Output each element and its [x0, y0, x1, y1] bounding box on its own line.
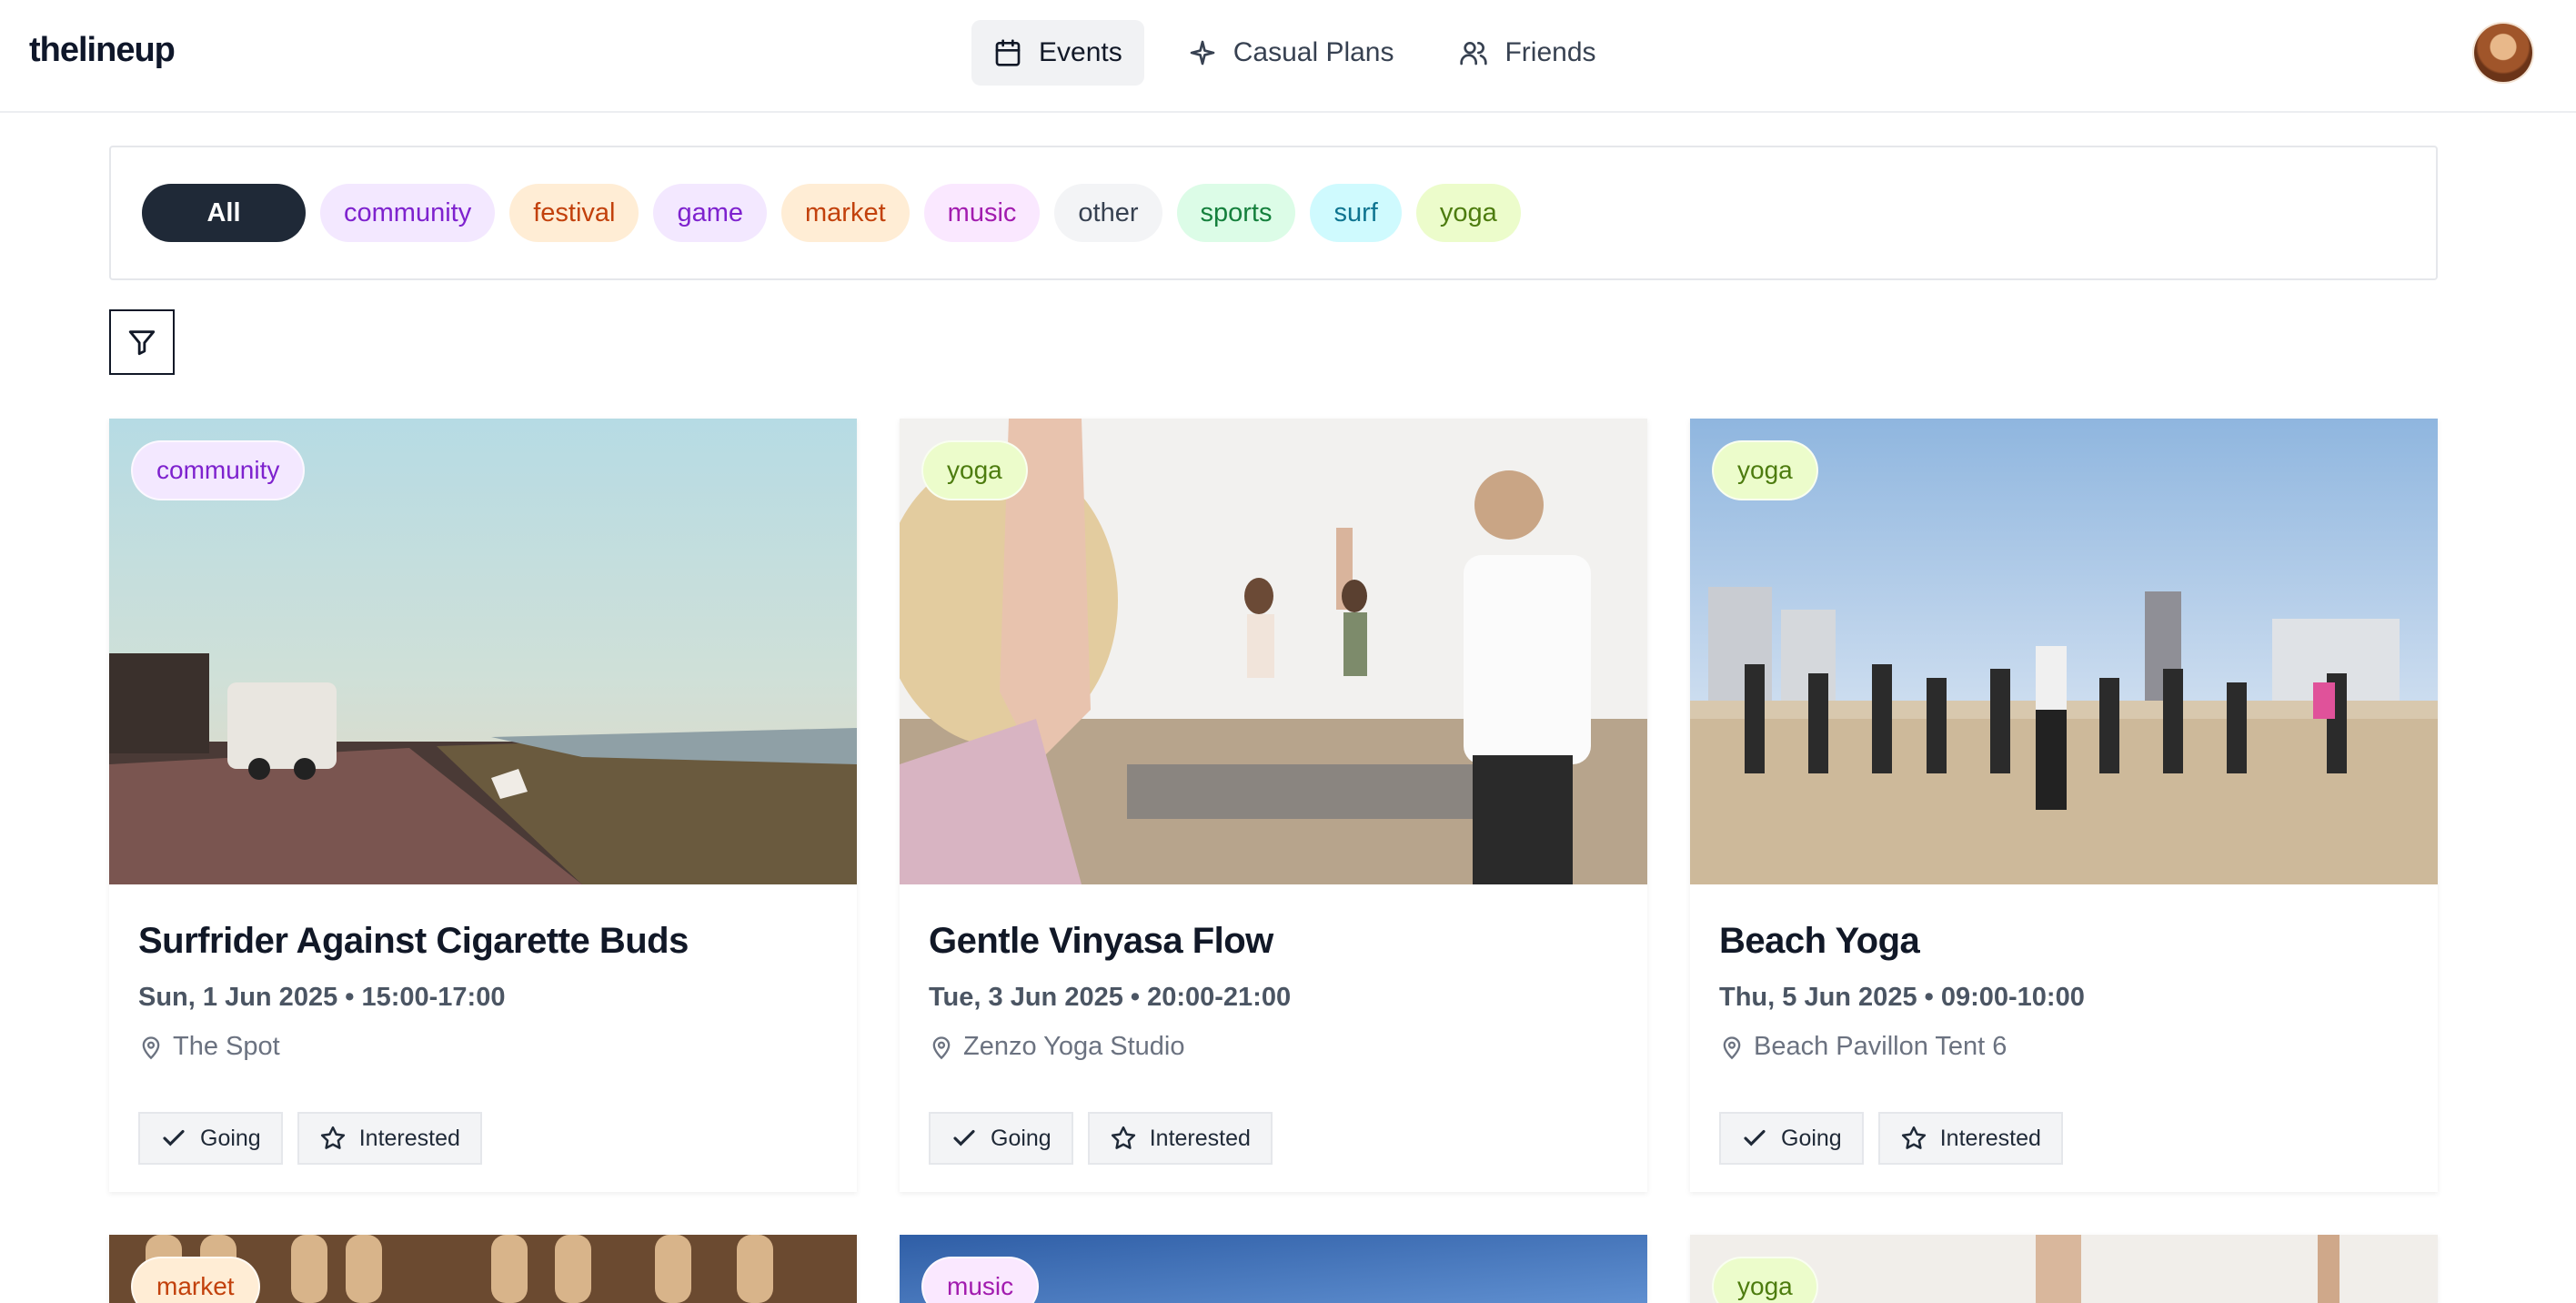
star-icon: [1111, 1126, 1135, 1149]
interested-button[interactable]: Interested: [297, 1112, 482, 1165]
check-icon: [1744, 1129, 1766, 1146]
event-category-tag: yoga: [921, 440, 1028, 500]
going-label: Going: [991, 1125, 1052, 1151]
nav-casual-plans[interactable]: Casual Plans: [1166, 20, 1416, 86]
event-card[interactable]: yoga Beach Yoga Thu, 5 Jun 2025 • 09:00-…: [1690, 419, 2438, 1192]
event-location: Beach Pavillon Tent 6: [1719, 1032, 2007, 1062]
event-card[interactable]: yoga: [1690, 1235, 2438, 1303]
category-chip-music[interactable]: music: [923, 184, 1041, 242]
category-chip-yoga[interactable]: yoga: [1415, 184, 1521, 242]
category-chip-market[interactable]: market: [781, 184, 910, 242]
event-card[interactable]: yoga Gentle Vinyasa Flow Tue, 3 Jun 2025…: [900, 419, 1647, 1192]
category-filter-bar: All community festival game market music…: [109, 146, 2438, 280]
filter-button[interactable]: [109, 309, 175, 375]
filter-icon: [128, 330, 156, 356]
star-icon: [320, 1126, 345, 1149]
event-card[interactable]: music: [900, 1235, 1647, 1303]
event-card[interactable]: community Surfrider Against Cigarette Bu…: [109, 419, 857, 1192]
category-chip-other[interactable]: other: [1054, 184, 1162, 242]
nav-events-label: Events: [1039, 37, 1122, 67]
event-datetime: Sun, 1 Jun 2025 • 15:00-17:00: [138, 983, 506, 1012]
category-chip-sports[interactable]: sports: [1176, 184, 1296, 242]
main-nav: Events Casual Plans Friends: [971, 20, 1618, 86]
event-category-tag: community: [131, 440, 306, 500]
event-location-label: Beach Pavillon Tent 6: [1754, 1032, 2007, 1061]
category-chip-game[interactable]: game: [653, 184, 768, 242]
event-actions: Going Interested: [138, 1112, 482, 1165]
event-datetime: Tue, 3 Jun 2025 • 20:00-21:00: [929, 983, 1292, 1012]
event-actions: Going Interested: [1719, 1112, 2063, 1165]
event-location-label: Zenzo Yoga Studio: [963, 1032, 1185, 1061]
map-pin-icon: [142, 1035, 160, 1059]
going-label: Going: [1781, 1125, 1842, 1151]
star-icon: [1901, 1126, 1926, 1149]
event-location: The Spot: [138, 1032, 280, 1062]
calendar-icon: [995, 39, 1021, 66]
users-icon: [1460, 42, 1488, 66]
brand-logo[interactable]: thelineup: [29, 31, 176, 70]
category-chip-all[interactable]: All: [142, 184, 306, 242]
interested-label: Interested: [358, 1125, 460, 1151]
nav-friends[interactable]: Friends: [1437, 20, 1617, 86]
category-chip-surf[interactable]: surf: [1310, 184, 1402, 242]
event-actions: Going Interested: [929, 1112, 1273, 1165]
check-icon: [163, 1129, 185, 1146]
category-chip-festival[interactable]: festival: [509, 184, 639, 242]
event-title[interactable]: Surfrider Against Cigarette Buds: [138, 921, 689, 962]
user-avatar[interactable]: [2474, 24, 2532, 82]
going-button[interactable]: Going: [929, 1112, 1073, 1165]
sparkle-icon: [1190, 40, 1215, 66]
map-pin-icon: [932, 1035, 951, 1059]
interested-label: Interested: [1939, 1125, 2041, 1151]
event-category-tag: yoga: [1712, 1257, 1818, 1303]
event-location-label: The Spot: [173, 1032, 280, 1061]
event-category-tag: market: [131, 1257, 260, 1303]
event-card[interactable]: market: [109, 1235, 857, 1303]
nav-casual-plans-label: Casual Plans: [1233, 37, 1394, 67]
check-icon: [953, 1129, 975, 1146]
category-chip-community[interactable]: community: [320, 184, 496, 242]
going-label: Going: [200, 1125, 261, 1151]
event-title[interactable]: Beach Yoga: [1719, 921, 1920, 962]
nav-events[interactable]: Events: [971, 20, 1144, 86]
event-category-tag: music: [921, 1257, 1040, 1303]
interested-button[interactable]: Interested: [1877, 1112, 2063, 1165]
nav-friends-label: Friends: [1504, 37, 1596, 67]
top-navigation-bar: thelineup Events Casual Plans Friends: [0, 0, 2576, 113]
map-pin-icon: [1723, 1035, 1741, 1059]
event-category-tag: yoga: [1712, 440, 1818, 500]
event-title[interactable]: Gentle Vinyasa Flow: [929, 921, 1273, 962]
interested-button[interactable]: Interested: [1087, 1112, 1273, 1165]
interested-label: Interested: [1149, 1125, 1251, 1151]
event-location: Zenzo Yoga Studio: [929, 1032, 1184, 1062]
going-button[interactable]: Going: [1719, 1112, 1864, 1165]
event-datetime: Thu, 5 Jun 2025 • 09:00-10:00: [1719, 983, 2085, 1012]
going-button[interactable]: Going: [138, 1112, 283, 1165]
